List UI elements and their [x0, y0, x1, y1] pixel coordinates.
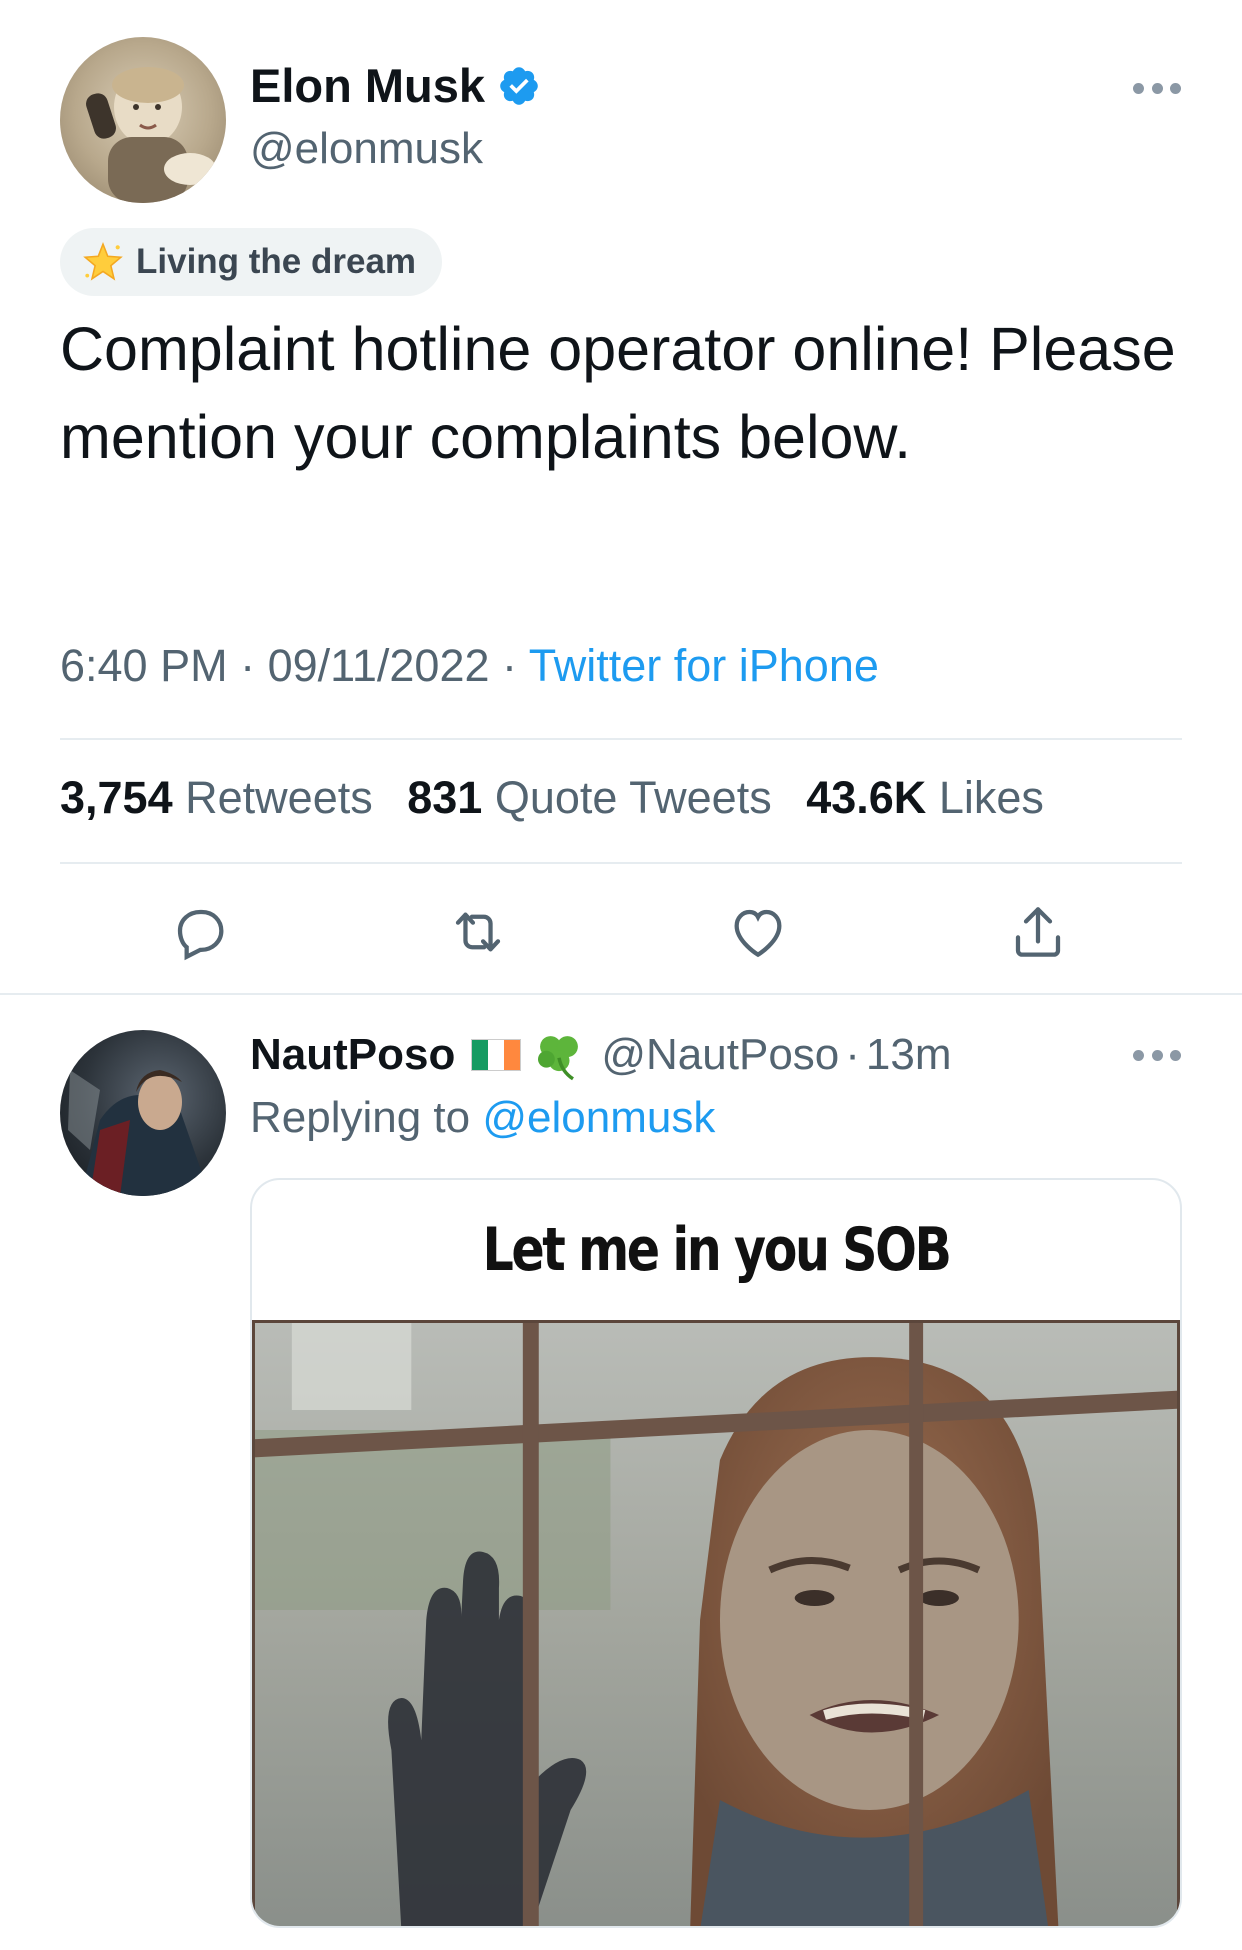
- reply-author-name[interactable]: NautPoso: [250, 1030, 455, 1080]
- retweet-icon[interactable]: [446, 900, 510, 964]
- reply-media-card[interactable]: Let me in you SOB: [250, 1178, 1182, 1928]
- author-handle[interactable]: @elonmusk: [250, 124, 483, 174]
- reply-time[interactable]: 13m: [866, 1030, 952, 1080]
- tweet-meta: 6:40 PM · 09/11/2022 · Twitter for iPhon…: [60, 640, 879, 692]
- child-with-telephone-photo: [86, 67, 216, 203]
- caped-figure-photo: [68, 1070, 210, 1196]
- meta-separator: ·: [502, 640, 518, 691]
- star-sparkle-icon: [83, 241, 123, 281]
- tweet-source-link[interactable]: Twitter for iPhone: [529, 640, 879, 691]
- meta-separator: ·: [240, 640, 256, 691]
- replying-prefix: Replying to: [250, 1093, 471, 1142]
- tweet-date[interactable]: 09/11/2022: [268, 640, 490, 691]
- tweet-stats: 3,754 Retweets 831 Quote Tweets 43.6K Li…: [60, 772, 1044, 824]
- account-label-text: Living the dream: [136, 242, 417, 281]
- meta-separator: ·: [845, 1030, 860, 1079]
- likes-stat[interactable]: 43.6K Likes: [806, 772, 1044, 823]
- share-icon[interactable]: [1006, 900, 1070, 964]
- reply-more-options-icon[interactable]: [1133, 1048, 1181, 1062]
- author-name[interactable]: Elon Musk: [250, 58, 485, 113]
- shamrock-icon: [538, 1036, 579, 1081]
- tweet-text: Complaint hotline operator online! Pleas…: [60, 315, 1176, 471]
- retweets-stat[interactable]: 3,754 Retweets: [60, 772, 373, 823]
- replying-mention-link[interactable]: @elonmusk: [482, 1093, 715, 1142]
- reply-icon[interactable]: [168, 900, 232, 964]
- more-options-icon[interactable]: [1133, 81, 1181, 95]
- account-label-badge[interactable]: Living the dream: [60, 228, 443, 296]
- divider: [60, 738, 1182, 740]
- meme-image: [252, 1320, 1180, 1926]
- meme-caption: Let me in you SOB: [482, 1215, 952, 1285]
- quote-tweets-stat[interactable]: 831 Quote Tweets: [407, 772, 771, 823]
- divider: [60, 862, 1182, 864]
- replying-to-line: Replying to @elonmusk: [250, 1093, 715, 1143]
- divider: [0, 993, 1242, 995]
- tweet-time[interactable]: 6:40 PM: [60, 640, 228, 691]
- like-icon[interactable]: [726, 900, 790, 964]
- reply-author-avatar[interactable]: [60, 1030, 226, 1196]
- verified-badge-icon: [497, 64, 541, 108]
- reply-header: NautPoso @NautPoso · 13m: [250, 1025, 952, 1085]
- reply-author-handle[interactable]: @NautPoso: [601, 1030, 839, 1080]
- author-avatar[interactable]: [60, 37, 226, 203]
- ireland-flag-icon: [471, 1039, 522, 1071]
